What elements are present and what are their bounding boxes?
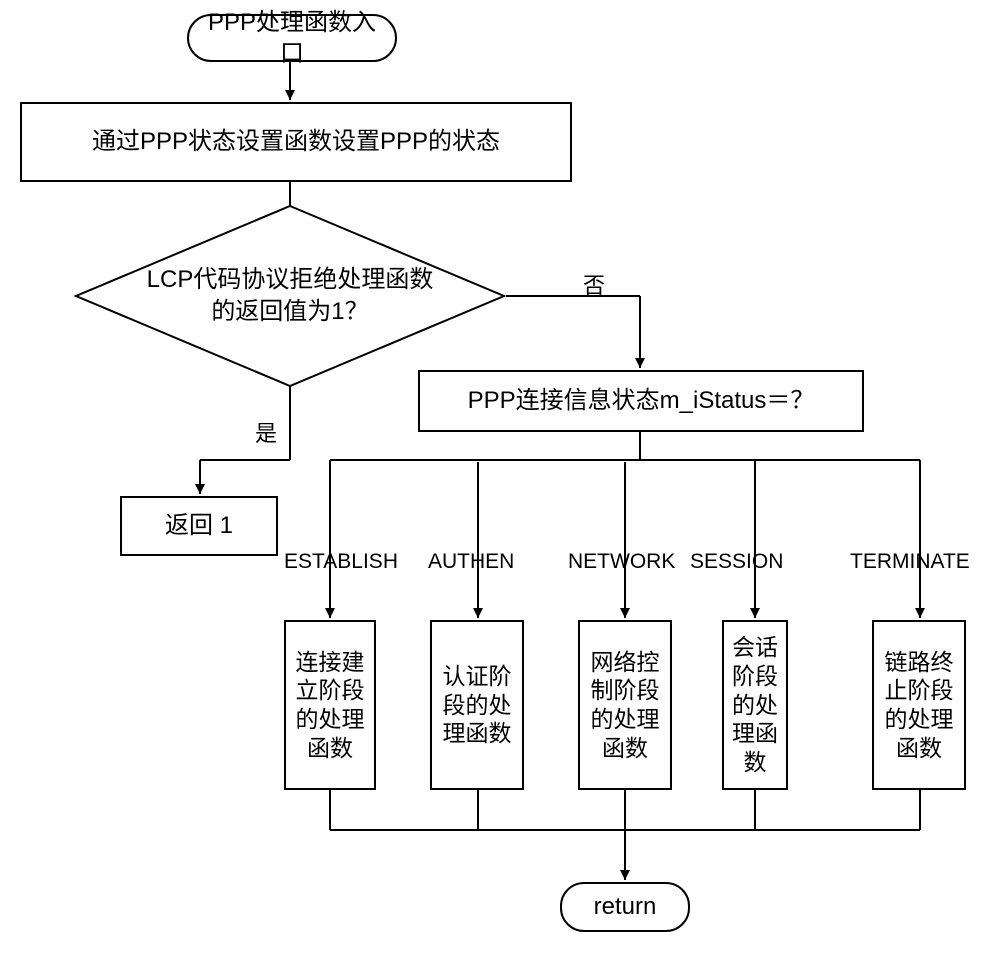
branch2-box: 认证阶 段的处 理函数 (430, 620, 524, 790)
step-set-state: 通过PPP状态设置函数设置PPP的状态 (20, 102, 572, 182)
branch5-box-label: 链路终 止阶段 的处理 函数 (885, 648, 954, 763)
step-set-state-label: 通过PPP状态设置函数设置PPP的状态 (92, 126, 500, 157)
decision-status: PPP连接信息状态m_iStatus＝？ (418, 370, 864, 432)
branch3-label: NETWORK (568, 550, 675, 574)
branch4-label: SESSION (690, 550, 783, 574)
branch1-box-label: 连接建 立阶段 的处理 函数 (296, 648, 365, 763)
branch1-box: 连接建 立阶段 的处理 函数 (284, 620, 376, 790)
branch5-box: 链路终 止阶段 的处理 函数 (872, 620, 966, 790)
branch4-box-label: 会话 阶段 的处 理函 数 (732, 633, 778, 777)
return-terminator: return (560, 882, 690, 932)
branch5-label: TERMINATE (850, 550, 970, 574)
branch4-box: 会话 阶段 的处 理函 数 (722, 620, 788, 790)
decision-lcp: LCP代码协议拒绝处理函数 的返回值为1？ (74, 204, 506, 388)
branch3-box: 网络控 制阶段 的处理 函数 (578, 620, 672, 790)
return-1: 返回 1 (120, 496, 278, 556)
entry-label: PPP处理函数入口 (205, 7, 379, 69)
return-label: return (594, 891, 657, 922)
decision-lcp-label: LCP代码协议拒绝处理函数 的返回值为1？ (147, 264, 434, 329)
branch2-box-label: 认证阶 段的处 理函数 (443, 662, 512, 748)
branch2-label: AUTHEN (428, 550, 514, 574)
return-1-label: 返回 1 (165, 510, 233, 541)
entry-terminator: PPP处理函数入口 (187, 14, 397, 62)
decision-status-label: PPP连接信息状态m_iStatus＝？ (468, 385, 815, 416)
no-label: 否 (583, 268, 605, 300)
yes-label: 是 (255, 416, 277, 448)
branch1-label: ESTABLISH (284, 550, 398, 574)
branch3-box-label: 网络控 制阶段 的处理 函数 (591, 648, 660, 763)
